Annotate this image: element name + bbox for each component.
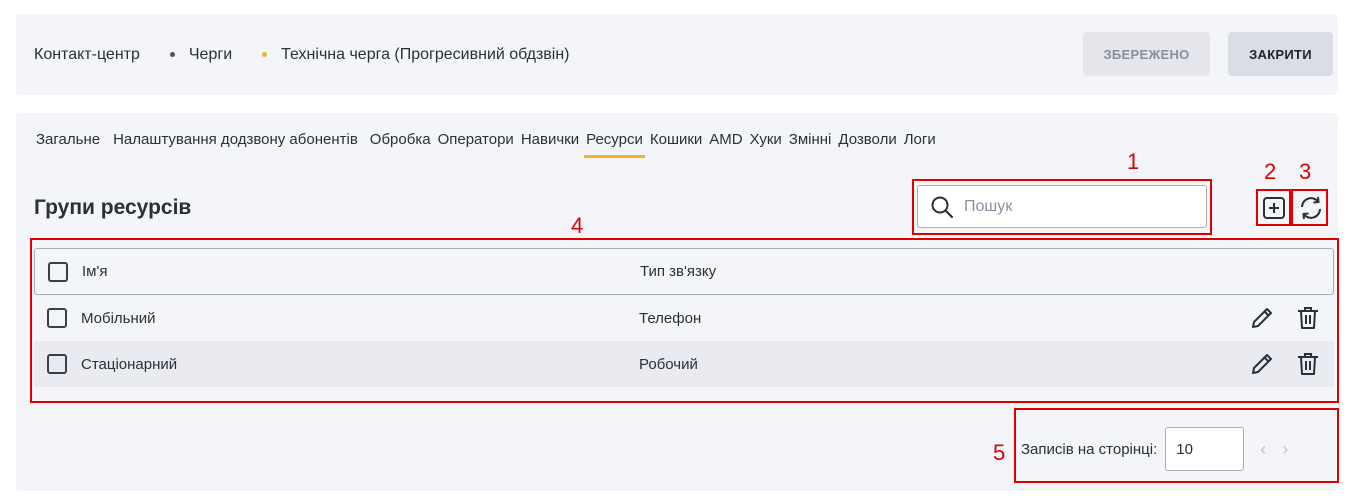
tab-bar: Загальне Налаштування додзвону абонентів… — [36, 131, 943, 158]
tab-hooks[interactable]: Хуки — [750, 131, 782, 158]
annotation-box-search — [912, 179, 1212, 235]
tab-general[interactable]: Загальне — [36, 131, 100, 158]
tab-variables[interactable]: Змінні — [789, 131, 832, 158]
annotation-number-3: 3 — [1299, 159, 1312, 184]
breadcrumb: Контакт-центр Черги Технічна черга (Прог… — [34, 14, 570, 95]
tab-processing[interactable]: Обробка — [370, 131, 431, 158]
annotation-number-2: 2 — [1264, 159, 1277, 184]
tab-skills[interactable]: Навички — [521, 131, 579, 158]
tab-baskets[interactable]: Кошики — [650, 131, 702, 158]
tab-amd[interactable]: AMD — [709, 131, 742, 158]
tab-logs[interactable]: Логи — [904, 131, 936, 158]
breadcrumb-contact-center[interactable]: Контакт-центр — [34, 46, 140, 64]
tab-resources[interactable]: Ресурси — [584, 131, 645, 158]
annotation-box-add — [1256, 189, 1291, 226]
breadcrumb-queues[interactable]: Черги — [140, 46, 232, 64]
saved-button[interactable]: ЗБЕРЕЖЕНО — [1083, 32, 1210, 76]
section-title: Групи ресурсів — [34, 196, 192, 219]
annotation-box-table — [30, 238, 1339, 403]
annotation-number-4: 4 — [571, 213, 584, 238]
breadcrumb-label: Технічна черга (Прогресивний обдзвін) — [281, 45, 570, 63]
breadcrumb-label: Черги — [188, 45, 233, 63]
close-button[interactable]: ЗАКРИТИ — [1228, 32, 1333, 76]
annotation-number-5: 5 — [993, 440, 1006, 465]
annotation-box-refresh — [1291, 189, 1328, 226]
tab-permissions[interactable]: Дозволи — [838, 131, 896, 158]
annotation-box-pagination — [1014, 408, 1339, 483]
breadcrumb-active-dot-icon — [262, 52, 268, 57]
breadcrumb-current-queue: Технічна черга (Прогресивний обдзвін) — [232, 45, 570, 64]
tab-dial-settings[interactable]: Налаштування додзвону абонентів — [113, 131, 358, 158]
tab-operators[interactable]: Оператори — [438, 131, 514, 158]
annotation-number-1: 1 — [1127, 149, 1140, 174]
breadcrumb-label: Контакт-центр — [34, 45, 140, 63]
breadcrumb-separator-icon — [169, 52, 175, 57]
header-bar: Контакт-центр Черги Технічна черга (Прог… — [16, 14, 1338, 95]
